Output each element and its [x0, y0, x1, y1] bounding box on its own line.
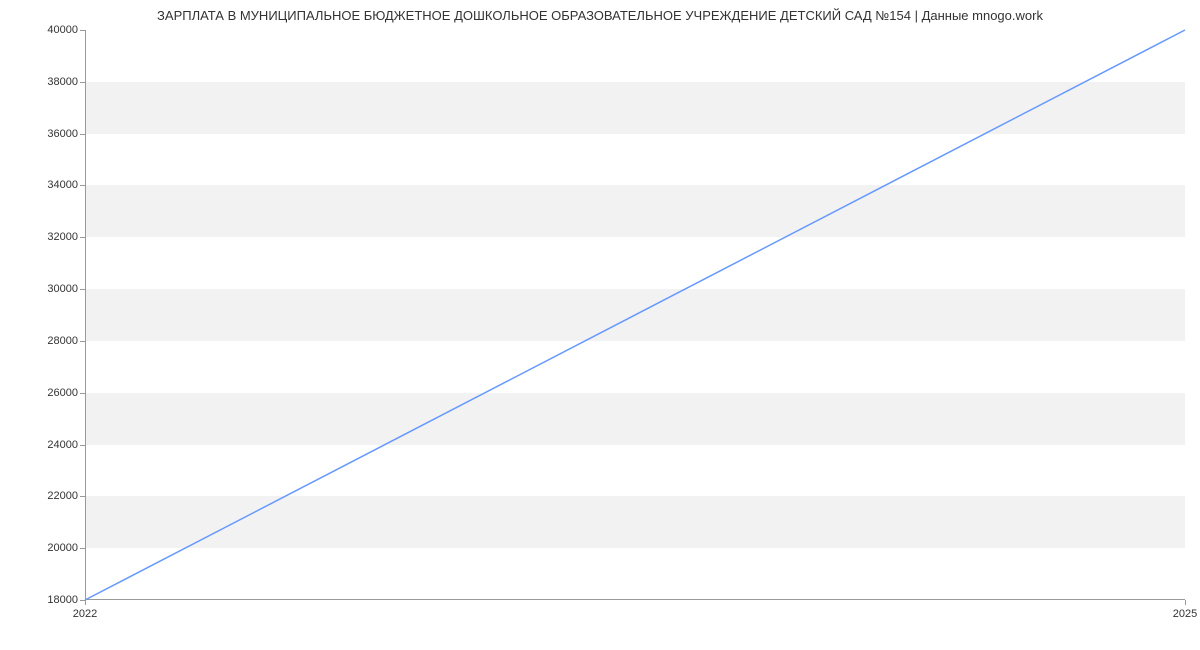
series-line — [85, 30, 1185, 600]
y-tick-label: 30000 — [18, 283, 78, 295]
y-tick-label: 20000 — [18, 542, 78, 554]
chart-container: ЗАРПЛАТА В МУНИЦИПАЛЬНОЕ БЮДЖЕТНОЕ ДОШКО… — [0, 0, 1200, 650]
y-tick-label: 26000 — [18, 387, 78, 399]
y-tick-label: 28000 — [18, 335, 78, 347]
y-tick-label: 22000 — [18, 490, 78, 502]
x-tick-label: 2022 — [73, 608, 97, 620]
y-tick-label: 34000 — [18, 179, 78, 191]
y-tick-label: 32000 — [18, 231, 78, 243]
x-tick-mark — [85, 600, 86, 605]
chart-title: ЗАРПЛАТА В МУНИЦИПАЛЬНОЕ БЮДЖЕТНОЕ ДОШКО… — [0, 8, 1200, 23]
y-tick-label: 38000 — [18, 76, 78, 88]
x-tick-label: 2025 — [1173, 608, 1197, 620]
y-tick-label: 18000 — [18, 594, 78, 606]
y-tick-label: 24000 — [18, 439, 78, 451]
x-tick-mark — [1185, 600, 1186, 605]
data-line — [85, 30, 1185, 600]
y-tick-label: 40000 — [18, 24, 78, 36]
plot-area — [85, 30, 1185, 600]
y-tick-label: 36000 — [18, 128, 78, 140]
